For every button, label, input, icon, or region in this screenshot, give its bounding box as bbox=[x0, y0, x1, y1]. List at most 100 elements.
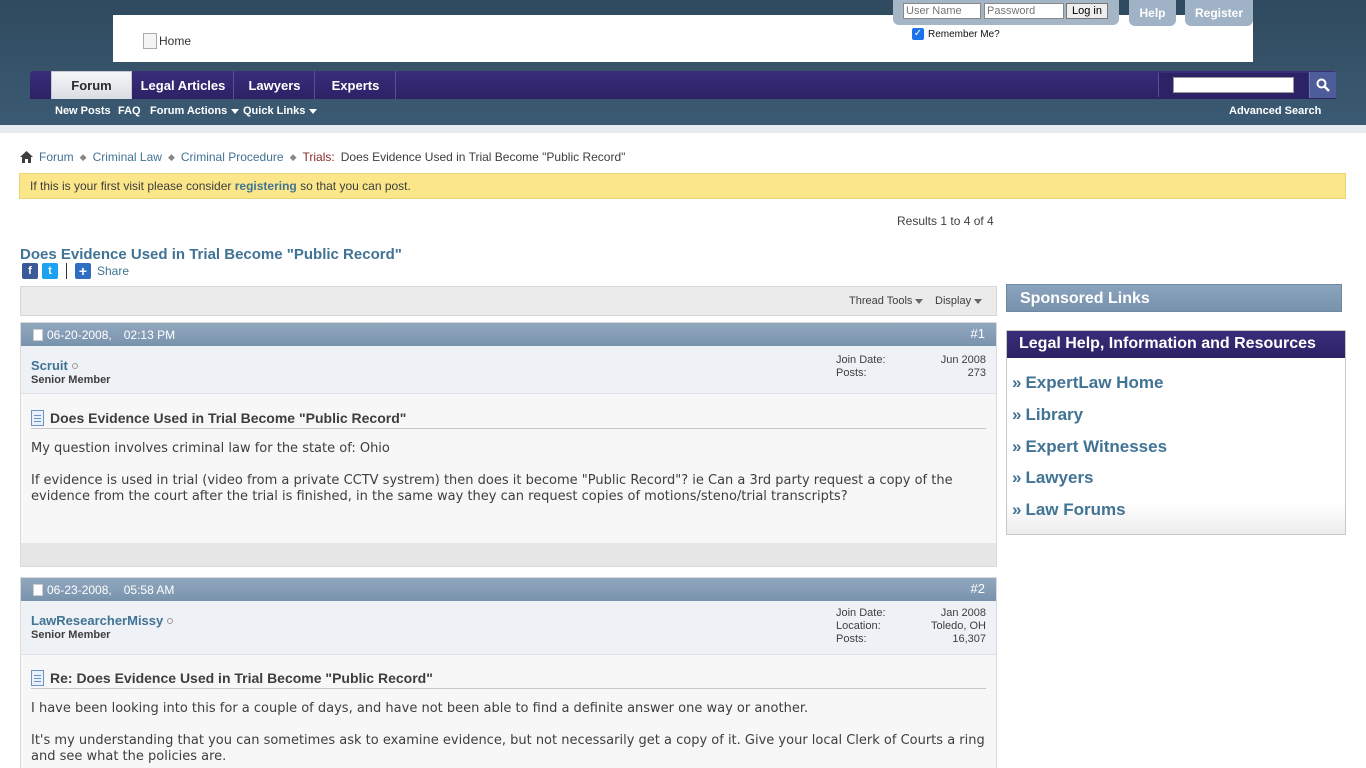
stat-label: Join Date: bbox=[836, 607, 886, 619]
advanced-search-link[interactable]: Advanced Search bbox=[1229, 105, 1321, 117]
notice-text: If this is your first visit please consi… bbox=[30, 179, 235, 193]
registering-link[interactable]: registering bbox=[235, 179, 297, 193]
stat-value: Jun 2008 bbox=[940, 354, 986, 366]
library-link[interactable]: Library bbox=[1025, 405, 1083, 425]
username-link[interactable]: Scruit bbox=[31, 358, 78, 373]
breadcrumb-criminal-procedure[interactable]: Criminal Procedure bbox=[181, 150, 284, 164]
first-visit-notice: If this is your first visit please consi… bbox=[19, 173, 1346, 199]
tab-experts[interactable]: Experts bbox=[316, 71, 396, 99]
list-item[interactable]: » Expert Witnesses bbox=[1012, 437, 1340, 469]
new-posts-label: New Posts bbox=[55, 105, 111, 117]
double-arrow-icon: » bbox=[1012, 500, 1022, 520]
caret-down-icon bbox=[915, 298, 924, 304]
list-item[interactable]: » Library bbox=[1012, 405, 1340, 437]
caret-down-icon bbox=[309, 108, 318, 114]
home-icon[interactable] bbox=[20, 151, 33, 163]
breadcrumb-separator-icon: ◆ bbox=[79, 151, 87, 162]
login-form: Log in bbox=[893, 0, 1119, 25]
breadcrumb-criminal-law[interactable]: Criminal Law bbox=[93, 150, 162, 164]
stat-value: Jan 2008 bbox=[940, 607, 986, 619]
post-status-icon bbox=[33, 584, 43, 596]
lawyers-link[interactable]: Lawyers bbox=[1025, 468, 1093, 488]
username-input[interactable] bbox=[903, 3, 981, 19]
advanced-search-label: Advanced Search bbox=[1229, 105, 1322, 117]
checkbox-checked-icon[interactable]: ✓ bbox=[912, 28, 924, 40]
search-button[interactable] bbox=[1309, 72, 1336, 98]
display-menu[interactable]: Display bbox=[935, 295, 983, 307]
faq-link[interactable]: FAQ bbox=[118, 105, 141, 117]
post-title: Re: Does Evidence Used in Trial Become "… bbox=[31, 670, 986, 689]
offline-status-icon bbox=[167, 617, 174, 624]
breadcrumb-current: Does Evidence Used in Trial Become "Publ… bbox=[340, 150, 626, 164]
stat-value: Toledo, OH bbox=[930, 620, 986, 632]
post-date: 06-20-2008, 02:13 PM bbox=[33, 328, 175, 342]
post-body: I have been looking into this for a coup… bbox=[31, 701, 986, 768]
logo-alt-text: Home bbox=[159, 34, 192, 48]
share-link[interactable]: Share bbox=[97, 264, 129, 278]
list-item[interactable]: » ExpertLaw Home bbox=[1012, 373, 1340, 405]
thread-title[interactable]: Does Evidence Used in Trial Become "Publ… bbox=[20, 246, 402, 263]
login-button[interactable]: Log in bbox=[1066, 3, 1108, 19]
register-button[interactable]: Register bbox=[1185, 0, 1253, 26]
document-icon bbox=[31, 410, 44, 426]
username-link[interactable]: LawResearcherMissy bbox=[31, 613, 174, 628]
share-plus-icon[interactable]: + bbox=[75, 263, 91, 279]
post-header: 06-23-2008, 05:58 AM #2 bbox=[21, 578, 996, 601]
double-arrow-icon: » bbox=[1012, 404, 1022, 424]
legal-resources-list: » ExpertLaw Home » Library » Expert Witness… bbox=[1007, 358, 1345, 532]
post-title-text: Re: Does Evidence Used in Trial Become "… bbox=[50, 670, 433, 686]
post-time-text: 02:13 PM bbox=[123, 328, 176, 342]
results-count: Results 1 to 4 of 4 bbox=[897, 214, 994, 228]
password-input[interactable] bbox=[984, 3, 1064, 19]
user-info: LawResearcherMissy Senior Member Join Da… bbox=[21, 601, 996, 655]
forum-actions-menu[interactable]: Forum Actions bbox=[150, 105, 240, 117]
offline-status-icon bbox=[71, 362, 78, 369]
breadcrumb-forum[interactable]: Forum bbox=[39, 150, 74, 164]
quick-links-menu[interactable]: Quick Links bbox=[243, 105, 318, 117]
list-item[interactable]: » Lawyers bbox=[1012, 468, 1340, 500]
expert-witnesses-link[interactable]: Expert Witnesses bbox=[1025, 437, 1167, 457]
post: 06-20-2008, 02:13 PM #1 Scruit Senior Me… bbox=[20, 322, 997, 567]
remember-me[interactable]: ✓ Remember Me? bbox=[912, 28, 1000, 40]
stat-value: 273 bbox=[967, 367, 986, 379]
breadcrumb: Forum ◆ Criminal Law ◆ Criminal Procedur… bbox=[20, 150, 625, 164]
stat-label: Join Date: bbox=[836, 354, 886, 366]
twitter-icon[interactable]: t bbox=[42, 263, 58, 279]
post-paragraph: I have been looking into this for a coup… bbox=[31, 701, 809, 716]
tab-lawyers[interactable]: Lawyers bbox=[235, 71, 315, 99]
search-input[interactable] bbox=[1173, 77, 1294, 93]
breadcrumb-separator-icon: ◆ bbox=[167, 151, 175, 162]
caret-down-icon bbox=[974, 298, 983, 304]
facebook-icon[interactable]: f bbox=[22, 263, 38, 279]
breadcrumb-trials: Trials: bbox=[302, 150, 335, 164]
username-text: Scruit bbox=[31, 358, 68, 373]
magnifier-icon bbox=[1316, 78, 1330, 92]
display-label: Display bbox=[935, 295, 972, 307]
breadcrumb-separator-icon: ◆ bbox=[289, 151, 297, 162]
new-posts-link[interactable]: New Posts bbox=[55, 105, 111, 117]
double-arrow-icon: » bbox=[1012, 468, 1022, 488]
user-title: Senior Member bbox=[31, 374, 111, 386]
faq-label: FAQ bbox=[118, 105, 141, 117]
expertlaw-home-link[interactable]: ExpertLaw Home bbox=[1025, 373, 1163, 393]
help-button[interactable]: Help bbox=[1129, 0, 1176, 26]
thread-tools-menu[interactable]: Thread Tools bbox=[849, 295, 924, 307]
thread-tools-label: Thread Tools bbox=[849, 295, 913, 307]
caret-down-icon bbox=[231, 108, 240, 114]
thread-toolbar: Thread Tools Display bbox=[20, 286, 997, 316]
list-item[interactable]: » Law Forums bbox=[1012, 500, 1340, 532]
double-arrow-icon: » bbox=[1012, 373, 1022, 392]
post-header: 06-20-2008, 02:13 PM #1 bbox=[21, 323, 996, 346]
tab-legal-articles[interactable]: Legal Articles bbox=[133, 71, 234, 99]
home-logo[interactable]: Home bbox=[143, 33, 191, 49]
post-number-link[interactable]: #1 bbox=[971, 326, 985, 341]
post-status-icon bbox=[33, 329, 43, 341]
law-forums-link[interactable]: Law Forums bbox=[1025, 500, 1125, 520]
post-number-link[interactable]: #2 bbox=[971, 581, 985, 596]
post-paragraph: My question involves criminal law for th… bbox=[31, 441, 390, 456]
legal-resources-box: Legal Help, Information and Resources » E… bbox=[1006, 330, 1346, 535]
forum-actions-label: Forum Actions bbox=[150, 105, 228, 117]
post-title: Does Evidence Used in Trial Become "Publ… bbox=[31, 410, 986, 429]
broken-image-icon bbox=[143, 33, 157, 49]
tab-forum[interactable]: Forum bbox=[51, 71, 132, 99]
